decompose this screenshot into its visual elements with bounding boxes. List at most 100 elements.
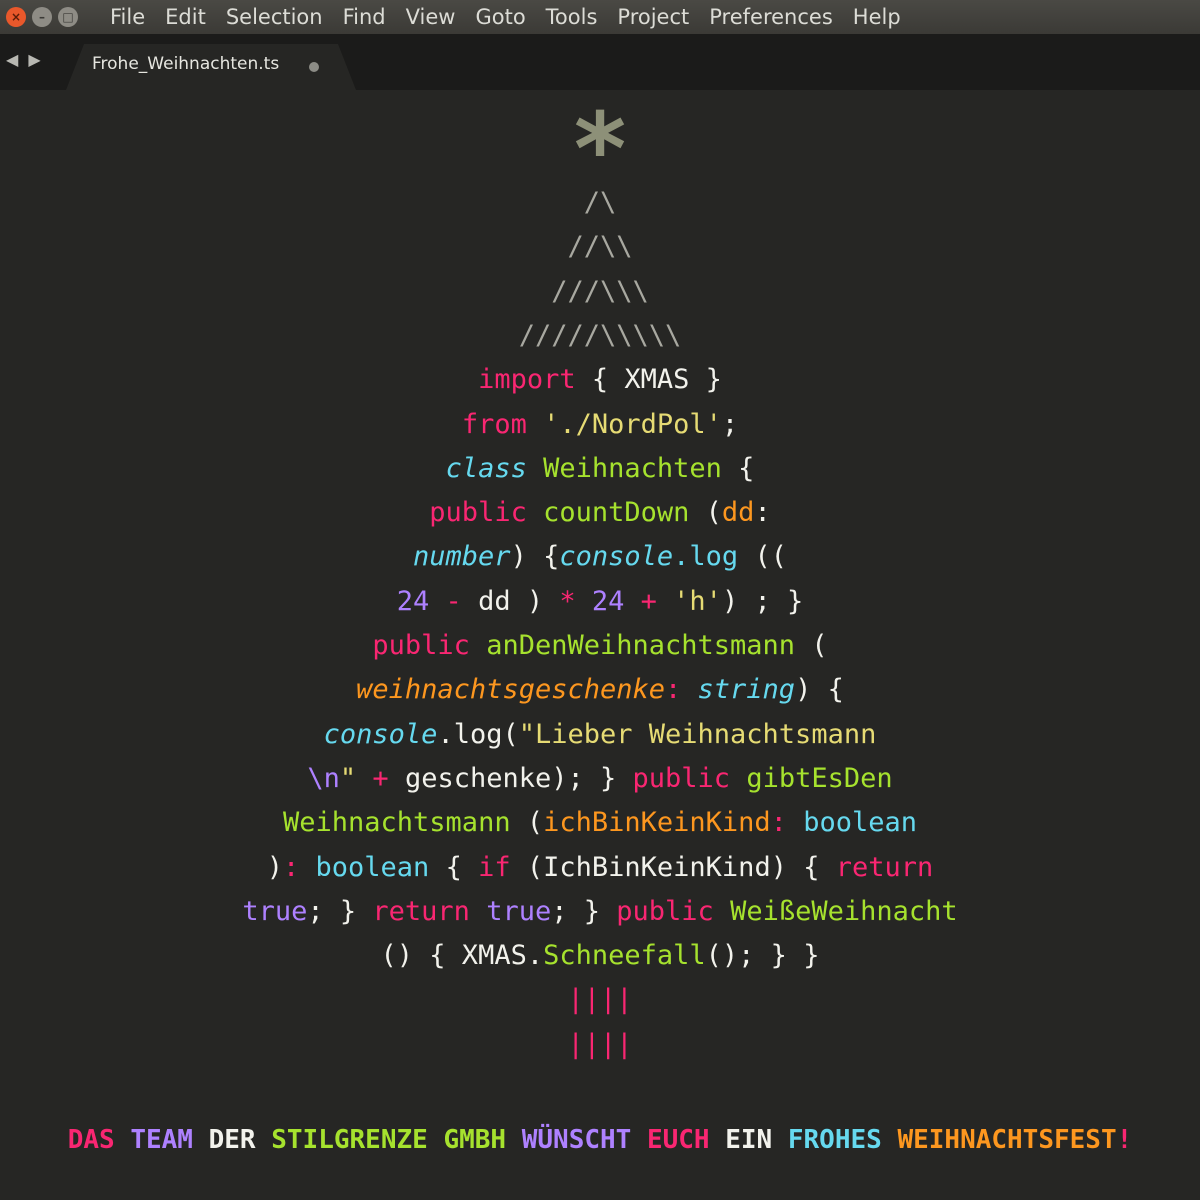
greeting-word: WÜNSCHT <box>521 1125 632 1155</box>
code-token: ichBinKeinKind <box>543 807 771 838</box>
code-token: + <box>624 586 674 617</box>
tab-navigation: ◀ ▶ <box>6 50 41 69</box>
unsaved-dot-icon[interactable] <box>309 62 319 72</box>
code-token: console <box>323 719 438 750</box>
code-token: .log <box>673 541 739 572</box>
code-line: /\ <box>0 185 1200 221</box>
code-token: ) ; } <box>721 586 804 617</box>
menu-bar: × – □ File Edit Selection Find View Goto Tools… <box>0 0 1200 34</box>
greeting-word: GMBH <box>443 1125 507 1155</box>
menu-item-help[interactable]: Help <box>843 0 911 34</box>
code-line: /////\\\\\ <box>0 318 1200 354</box>
code-token: ; } <box>307 896 373 927</box>
code-token: 24 <box>396 586 430 617</box>
greeting-word: EUCH <box>646 1125 710 1155</box>
code-token: class <box>445 453 527 484</box>
code-token: /\ <box>583 187 617 218</box>
greeting-word: TEAM <box>130 1125 193 1155</box>
code-token: public <box>372 630 470 661</box>
code-token: + <box>356 763 405 794</box>
code-line: |||| <box>0 1027 1200 1063</box>
code-token: * <box>559 586 576 617</box>
code-token: string <box>697 674 796 705</box>
code-line: number) {console.log (( <box>0 539 1200 575</box>
code-token: anDenWeihnachtsmann <box>469 630 796 661</box>
greeting-word: ! <box>1116 1125 1133 1155</box>
code-token: ; <box>721 409 739 440</box>
code-token: "Lieber Weihnachtsmann <box>518 719 877 750</box>
menu-item-find[interactable]: Find <box>333 0 396 34</box>
menu-item-selection[interactable]: Selection <box>216 0 333 34</box>
minimize-icon[interactable]: – <box>32 7 52 27</box>
menu-item-tools[interactable]: Tools <box>536 0 608 34</box>
code-token: import <box>478 364 576 395</box>
code-line: \n" + geschenke); } public gibtEsDen <box>0 761 1200 797</box>
code-token: ) { <box>510 541 560 572</box>
code-line: public countDown (dd: <box>0 495 1200 531</box>
code-token: dd <box>721 497 755 528</box>
code-token: //\\ <box>567 231 633 262</box>
code-token: () { XMAS. <box>380 940 544 971</box>
code-token: ( <box>510 807 544 838</box>
code-token: : <box>754 497 771 528</box>
code-token: (); } } <box>705 940 820 971</box>
greeting-word: EIN <box>725 1125 773 1155</box>
code-token: true <box>469 896 552 927</box>
code-token: /////\\\\\ <box>518 320 682 351</box>
code-token: geschenke); } <box>404 763 633 794</box>
code-line: class Weihnachten { <box>0 451 1200 487</box>
greeting-word: WEIHNACHTSFEST <box>897 1125 1117 1155</box>
code-token: gibtEsDen <box>730 763 893 794</box>
menu-item-project[interactable]: Project <box>607 0 699 34</box>
code-line: from './NordPol'; <box>0 407 1200 443</box>
code-token: true <box>242 896 308 927</box>
code-line: console.log("Lieber Weihnachtsmann <box>0 717 1200 753</box>
code-line: ///\\\ <box>0 274 1200 310</box>
code-token: : <box>665 674 698 705</box>
code-token: from <box>461 409 527 440</box>
menu-item-file[interactable]: File <box>100 0 155 34</box>
code-token: ///\\\ <box>551 276 649 307</box>
arrow-left-icon[interactable]: ◀ <box>6 50 18 69</box>
code-token: \n <box>307 763 340 794</box>
code-token: console <box>559 541 674 572</box>
code-token: countDown <box>526 497 690 528</box>
code-token: : <box>283 852 316 883</box>
code-token: Weihnachtsmann <box>283 807 511 838</box>
code-line: import { XMAS } <box>0 362 1200 398</box>
code-token: ) <box>266 852 283 883</box>
code-token: ) { <box>795 674 844 705</box>
code-token: ( <box>689 497 722 528</box>
menu: File Edit Selection Find View Goto Tools Projec… <box>100 0 911 34</box>
code-token: number <box>413 541 511 572</box>
code-token: |||| <box>567 1029 633 1060</box>
code-token: .log( <box>437 719 519 750</box>
code-token: ; } <box>551 896 617 927</box>
code-token: return <box>372 896 470 927</box>
menu-item-preferences[interactable]: Preferences <box>699 0 843 34</box>
arrow-right-icon[interactable]: ▶ <box>28 50 40 69</box>
code-token: { <box>429 852 479 883</box>
code-token: " <box>339 763 357 794</box>
code-line: //\\ <box>0 229 1200 265</box>
menu-item-edit[interactable]: Edit <box>155 0 216 34</box>
close-icon[interactable]: × <box>6 7 26 27</box>
code-token: weihnachtsgeschenke <box>356 674 665 705</box>
code-token: dd ) <box>478 586 560 617</box>
code-token: (IchBinKeinKind) { <box>510 852 836 883</box>
code-token: if <box>478 852 511 883</box>
code-token: ( <box>795 630 828 661</box>
code-line: () { XMAS.Schneefall(); } } <box>0 938 1200 974</box>
code-token: (( <box>738 541 787 572</box>
code-line: weihnachtsgeschenke: string) { <box>0 672 1200 708</box>
code-token: { XMAS } <box>575 364 722 395</box>
code-token: boolean <box>315 852 430 883</box>
code-line: public anDenWeihnachtsmann ( <box>0 628 1200 664</box>
greeting-word: DER <box>208 1125 256 1155</box>
menu-item-view[interactable]: View <box>396 0 466 34</box>
maximize-icon[interactable]: □ <box>58 7 78 27</box>
greeting-footer: DAS TEAM DER STILGRENZE GMBH WÜNSCHT EUC… <box>0 1122 1200 1158</box>
menu-item-goto[interactable]: Goto <box>465 0 535 34</box>
code-token: public <box>616 896 714 927</box>
code-token: |||| <box>567 984 633 1015</box>
